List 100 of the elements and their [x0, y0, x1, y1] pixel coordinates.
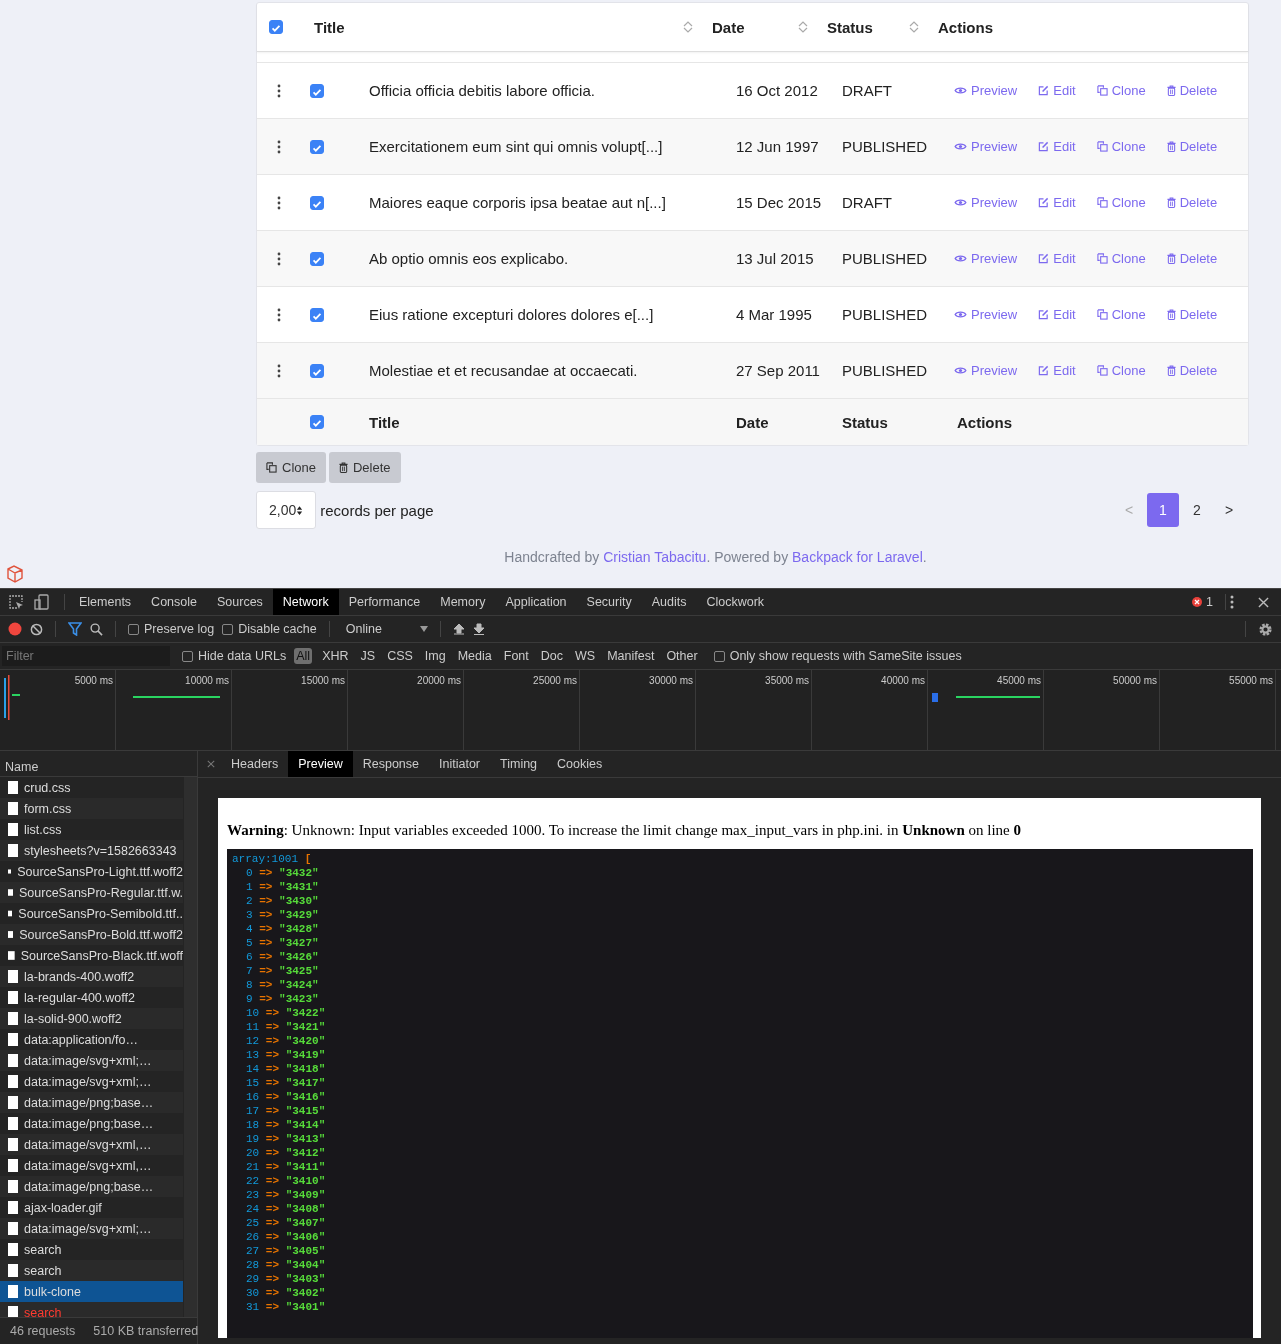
request-row[interactable]: la-solid-900.woff2 [0, 1008, 183, 1029]
next-page-link[interactable]: > [1215, 493, 1243, 527]
request-row[interactable]: ajax-loader.gif [0, 1197, 183, 1218]
type-filter[interactable]: Other [664, 648, 700, 664]
page-link[interactable]: 1 [1147, 493, 1179, 527]
request-row[interactable]: list.css [0, 819, 183, 840]
download-icon[interactable] [472, 623, 485, 635]
device-icon[interactable] [34, 594, 50, 610]
action-link[interactable]: Clone [1096, 307, 1146, 322]
clear-icon[interactable] [30, 622, 43, 636]
row-checkbox[interactable] [310, 195, 324, 210]
devtools-tab[interactable]: Security [576, 589, 642, 615]
action-link[interactable]: Delete [1166, 363, 1218, 378]
type-filter[interactable]: CSS [385, 648, 415, 664]
action-link[interactable]: Preview [954, 363, 1018, 378]
action-link[interactable]: Clone [1096, 251, 1146, 266]
disable-cache-checkbox[interactable] [222, 623, 234, 635]
request-row[interactable]: data:image/svg+xml;… [0, 1050, 183, 1071]
type-filter[interactable]: Doc [538, 648, 565, 664]
select-all-checkbox[interactable] [310, 415, 324, 429]
credit-link[interactable]: Backpack for Laravel [792, 549, 923, 565]
devtools-tab[interactable]: Network [272, 589, 339, 615]
bulk-action-button[interactable]: Delete [328, 452, 401, 483]
search-icon[interactable] [90, 622, 103, 636]
error-count[interactable]: 1 [1192, 595, 1213, 609]
type-filter[interactable]: Font [501, 648, 531, 664]
request-row[interactable]: data:image/svg+xml,… [0, 1134, 183, 1155]
row-checkbox[interactable] [310, 251, 324, 266]
network-overview[interactable]: 5000 ms 10000 ms 15000 ms 20000 ms 25000 ms 30000 ms 35000 ms 40000 ms 45000 ms 50000 ms 55000 ms [0, 670, 1281, 751]
drag-handle-icon[interactable] [277, 83, 281, 98]
type-filter[interactable]: Media [455, 648, 494, 664]
action-link[interactable]: Clone [1096, 83, 1146, 98]
request-row[interactable]: SourceSansPro-Light.ttf.woff2 [0, 861, 183, 882]
bulk-action-button[interactable]: Clone [256, 452, 326, 483]
action-link[interactable]: Edit [1038, 251, 1076, 266]
request-row[interactable]: data:image/svg+xml,… [0, 1155, 183, 1176]
drag-handle-icon[interactable] [277, 307, 281, 322]
detail-tab[interactable]: Response [352, 751, 429, 777]
samesite-checkbox[interactable] [713, 650, 725, 662]
page-link[interactable]: 2 [1183, 493, 1211, 527]
action-link[interactable]: Edit [1038, 363, 1076, 378]
drag-handle-icon[interactable] [277, 195, 281, 210]
column-header[interactable]: Status [827, 18, 873, 36]
filter-icon[interactable] [68, 622, 82, 636]
devtools-tab[interactable]: Performance [338, 589, 431, 615]
action-link[interactable]: Delete [1166, 83, 1218, 98]
upload-icon[interactable] [452, 623, 465, 635]
action-link[interactable]: Preview [954, 139, 1018, 154]
action-link[interactable]: Preview [954, 251, 1018, 266]
devtools-tab[interactable]: Console [141, 589, 207, 615]
action-link[interactable]: Edit [1038, 83, 1076, 98]
request-row[interactable]: SourceSansPro-Black.ttf.woff [0, 945, 183, 966]
request-row[interactable]: stylesheets?v=1582663343 [0, 840, 183, 861]
devtools-tab[interactable]: Elements [69, 589, 142, 615]
request-row[interactable]: la-brands-400.woff2 [0, 966, 183, 987]
throttling-select[interactable]: Online [345, 622, 428, 636]
request-row[interactable]: search [0, 1302, 183, 1317]
type-filter[interactable]: JS [358, 648, 378, 664]
preserve-log-checkbox[interactable] [128, 623, 139, 635]
type-filter[interactable]: Manifest [605, 648, 657, 664]
row-checkbox[interactable] [310, 83, 324, 98]
detail-tab[interactable]: Cookies [547, 751, 613, 777]
request-row[interactable]: data:application/fo… [0, 1029, 183, 1050]
request-row[interactable]: bulk-clone [0, 1281, 183, 1302]
request-row[interactable]: data:image/svg+xml;… [0, 1218, 183, 1239]
filter-field[interactable]: Filter [2, 646, 170, 666]
type-filter[interactable]: XHR [320, 648, 351, 664]
action-link[interactable]: Preview [954, 307, 1018, 322]
action-link[interactable]: Clone [1096, 195, 1146, 210]
row-checkbox[interactable] [310, 363, 324, 378]
request-row[interactable]: data:image/png;base… [0, 1176, 183, 1197]
request-row[interactable]: data:image/svg+xml;… [0, 1071, 183, 1092]
detail-tab[interactable]: Preview [288, 751, 353, 777]
column-header[interactable]: Title [314, 18, 345, 36]
action-link[interactable]: Edit [1038, 139, 1076, 154]
inspect-icon[interactable] [8, 594, 24, 610]
type-filter[interactable]: Img [422, 648, 448, 664]
request-row[interactable]: crud.css [0, 777, 183, 798]
action-link[interactable]: Delete [1166, 195, 1218, 210]
request-row[interactable]: SourceSansPro-Bold.ttf.woff2 [0, 924, 183, 945]
action-link[interactable]: Delete [1166, 139, 1218, 154]
request-row[interactable]: data:image/png;base… [0, 1092, 183, 1113]
hide-data-urls-checkbox[interactable] [182, 650, 193, 662]
column-header[interactable]: Name [5, 760, 39, 774]
detail-tab[interactable]: Timing [490, 751, 548, 777]
devtools-tab[interactable]: Audits [641, 589, 697, 615]
drag-handle-icon[interactable] [277, 139, 281, 154]
debug-bar-icon[interactable] [5, 564, 25, 584]
detail-tab[interactable]: Headers [221, 751, 289, 777]
row-checkbox[interactable] [310, 307, 324, 322]
select-all-checkbox[interactable] [269, 20, 283, 34]
action-link[interactable]: Delete [1166, 251, 1218, 266]
action-link[interactable]: Clone [1096, 139, 1146, 154]
request-row[interactable]: SourceSansPro-Semibold.ttf.. [0, 903, 183, 924]
action-link[interactable]: Edit [1038, 195, 1076, 210]
devtools-tab[interactable]: Clockwork [696, 589, 775, 615]
type-filter[interactable]: WS [573, 648, 598, 664]
request-row[interactable]: SourceSansPro-Regular.ttf.w. [0, 882, 183, 903]
request-row[interactable]: la-regular-400.woff2 [0, 987, 183, 1008]
settings-icon[interactable] [1258, 621, 1273, 637]
